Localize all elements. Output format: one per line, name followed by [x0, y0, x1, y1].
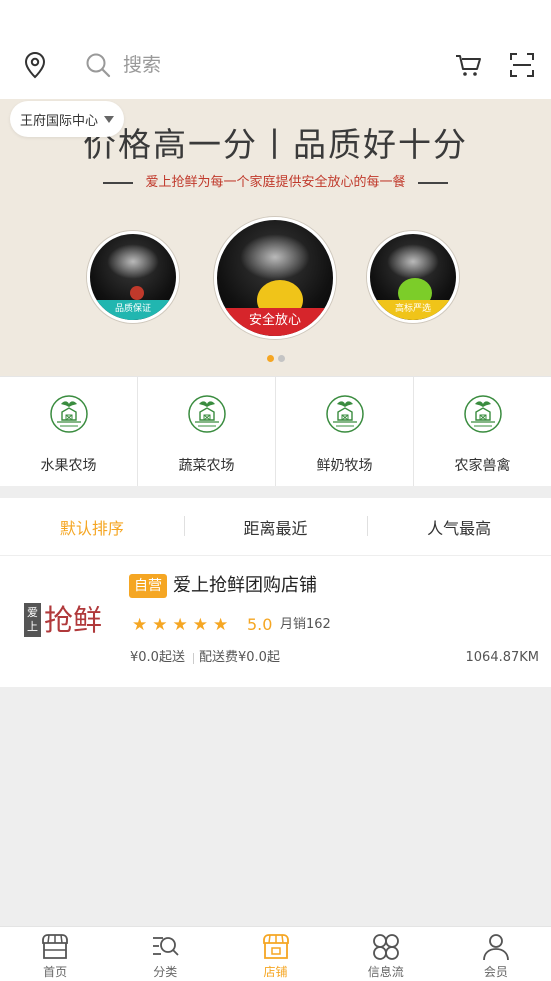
store-name: 爱上抢鲜团购店铺	[173, 575, 317, 596]
divider	[417, 182, 448, 184]
user-icon	[483, 934, 509, 961]
location-selector[interactable]: 王府国际中心	[10, 101, 125, 137]
tab-category[interactable]: 分类	[110, 927, 220, 981]
top-header: 搜索	[0, 0, 551, 99]
banner-badge-select: 高标严选	[367, 231, 459, 323]
cart-icon[interactable]	[453, 50, 483, 80]
star-icon: ★	[152, 615, 168, 635]
store-distance: 1064.87KM	[465, 650, 540, 665]
banner-badge-quality: 品质保证	[87, 231, 179, 323]
tab-label: 会员	[483, 965, 508, 979]
banner-subtitle-row: 爱上抢鲜为每一个家庭提供安全放心的每一餐	[0, 173, 551, 193]
min-order: ¥0.0起送	[130, 650, 185, 665]
app-screen: 搜索 价格高一分丨品质好十分 爱上抢鲜为每一个家庭提供安全放心的每一餐 品质保证…	[0, 0, 551, 981]
sort-popular[interactable]: 人气最高	[367, 515, 551, 539]
category-label: 水果农场	[40, 458, 97, 474]
store-logo: 爱上 抢鲜	[24, 603, 102, 637]
water-splash-image	[107, 244, 159, 279]
farm-logo-icon	[49, 395, 88, 433]
tab-member[interactable]: 会员	[441, 927, 551, 981]
search-icon[interactable]	[84, 51, 112, 79]
category-label: 鲜奶牧场	[316, 458, 373, 474]
tab-label: 信息流	[367, 965, 404, 979]
bottom-tab-bar: 首页 分类 店铺 信息流 会员	[0, 926, 551, 981]
location-name: 王府国际中心	[20, 113, 99, 129]
tab-store[interactable]: 店铺	[220, 927, 330, 981]
sort-default[interactable]: 默认排序	[0, 515, 184, 539]
badge-label: 高标严选	[370, 300, 456, 320]
sort-nearest[interactable]: 距离最近	[183, 515, 368, 539]
carousel-indicator	[0, 355, 551, 362]
store-icon	[262, 934, 289, 959]
carousel-dot[interactable]	[266, 355, 274, 362]
divider	[103, 182, 134, 184]
tab-label: 店铺	[263, 965, 288, 979]
logo-box: 爱上	[24, 603, 41, 637]
star-icon: ★	[213, 615, 229, 635]
tab-feed[interactable]: 信息流	[331, 927, 441, 981]
farm-logo-icon	[463, 395, 502, 433]
category-poultry[interactable]: 农家兽禽	[414, 377, 551, 486]
rating-value: 5.0	[247, 615, 273, 634]
monthly-sales: 月销162	[280, 617, 331, 632]
badge-label: 品质保证	[90, 300, 176, 320]
banner-badge-safe: 安全放心	[214, 217, 336, 339]
caret-down-icon	[104, 115, 115, 123]
logo-text: 抢鲜	[44, 603, 103, 637]
self-operated-badge: 自营	[129, 574, 167, 598]
farm-logo-icon	[325, 395, 364, 433]
star-icon: ★	[172, 615, 188, 635]
promo-banner[interactable]: 价格高一分丨品质好十分 爱上抢鲜为每一个家庭提供安全放心的每一餐 品质保证 安全…	[0, 99, 551, 376]
farm-logo-icon	[187, 395, 226, 433]
tab-label: 分类	[153, 965, 178, 979]
carousel-dot[interactable]	[277, 355, 285, 362]
category-fruit-farm[interactable]: 水果农场	[0, 377, 138, 486]
divider	[193, 653, 194, 664]
category-grid: 水果农场 蔬菜农场 鲜奶牧场 农家兽禽	[0, 376, 551, 486]
star-icon: ★	[132, 615, 148, 635]
rating-stars: ★ ★ ★ ★ ★	[132, 615, 228, 635]
category-search-icon	[153, 937, 179, 956]
fruit-image	[130, 286, 144, 300]
scan-icon[interactable]	[507, 50, 537, 80]
tab-home[interactable]: 首页	[0, 927, 110, 981]
sort-tabs: 默认排序 距离最近 人气最高	[0, 498, 551, 556]
search-input[interactable]: 搜索	[123, 51, 161, 79]
banner-subtitle: 爱上抢鲜为每一个家庭提供安全放心的每一餐	[145, 175, 406, 190]
badge-label: 安全放心	[217, 308, 333, 336]
category-label: 蔬菜农场	[178, 458, 235, 474]
water-splash-image	[240, 233, 310, 281]
category-vegetable-farm[interactable]: 蔬菜农场	[138, 377, 276, 486]
category-dairy-ranch[interactable]: 鲜奶牧场	[276, 377, 414, 486]
water-splash-image	[387, 244, 439, 279]
tab-label: 首页	[43, 965, 68, 979]
home-icon	[42, 934, 68, 959]
delivery-fee: 配送费¥0.0起	[199, 650, 280, 665]
grid-flow-icon	[372, 934, 399, 960]
star-icon: ★	[192, 615, 208, 635]
store-card[interactable]: 爱上 抢鲜 自营 爱上抢鲜团购店铺 ★ ★ ★ ★ ★ 5.0 月销162 ¥0…	[0, 556, 551, 687]
category-label: 农家兽禽	[454, 458, 511, 474]
location-pin-icon[interactable]	[20, 50, 50, 80]
